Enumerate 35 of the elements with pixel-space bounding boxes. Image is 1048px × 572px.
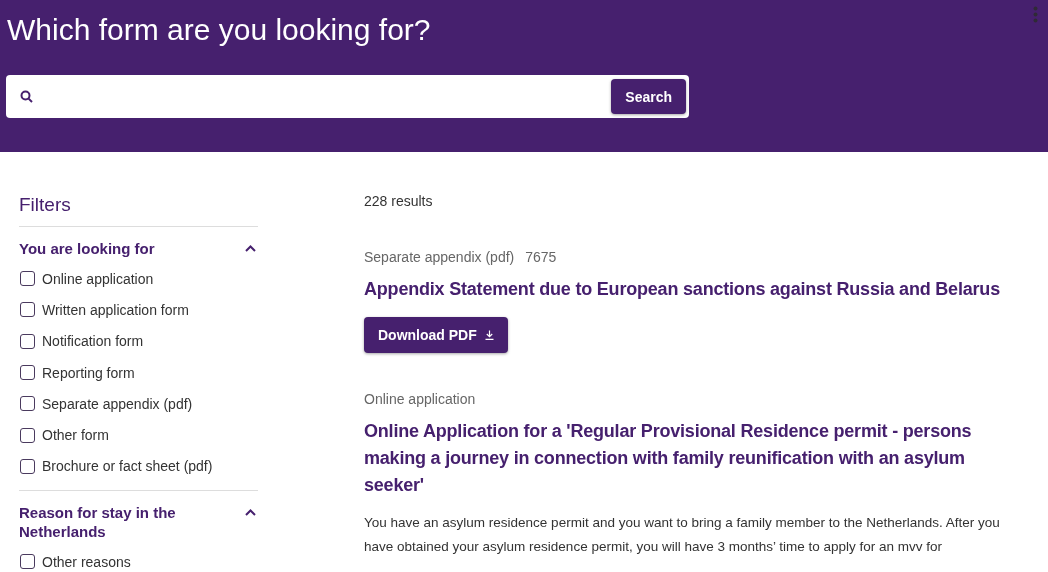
filter-group-heading[interactable]: Reason for stay in the Netherlands xyxy=(19,503,209,542)
result-title-link[interactable]: Online Application for a 'Regular Provisional Residence permit - persons making a journey in connection with family reunification with an asylum seeker' xyxy=(364,418,1028,499)
results-count: 228 results xyxy=(364,192,433,211)
result-title-link[interactable]: Appendix Statement due to European sanctions against Russia and Belarus xyxy=(364,276,1028,303)
filters-heading: Filters xyxy=(19,193,71,217)
result-description: You have an asylum residence permit and you want to bring a family member to the Netherlands. After you have obtained your asylum residence permit, you will have 3 months’ time to apply for an mvv for xyxy=(364,514,1001,556)
result-category: Separate appendix (pdf) xyxy=(364,248,515,267)
checkbox[interactable] xyxy=(20,427,35,443)
checkbox-label[interactable]: Notification form xyxy=(42,332,144,351)
filter-group-heading[interactable]: You are looking for xyxy=(19,239,155,258)
search-field[interactable]: Search xyxy=(6,75,689,118)
search-button[interactable]: Search xyxy=(611,79,686,114)
download-button[interactable]: Download PDF xyxy=(364,317,508,353)
page-title: Which form are you looking for? xyxy=(7,12,431,48)
chevron-up-icon[interactable] xyxy=(245,245,256,252)
checkbox-label[interactable]: Reporting form xyxy=(42,363,135,382)
checkbox-label[interactable]: Other reasons xyxy=(42,552,131,571)
result-category: Online application xyxy=(364,390,476,409)
checkbox[interactable] xyxy=(20,396,35,412)
checkbox[interactable] xyxy=(20,271,35,287)
chevron-up-icon[interactable] xyxy=(245,509,256,517)
checkbox-label[interactable]: Online application xyxy=(42,269,154,288)
checkbox[interactable] xyxy=(20,302,35,318)
checkbox[interactable] xyxy=(20,365,35,381)
checkbox-label[interactable]: Written application form xyxy=(42,300,189,319)
checkbox[interactable] xyxy=(20,458,35,474)
checkbox[interactable] xyxy=(20,333,35,349)
checkbox-label[interactable]: Brochure or fact sheet (pdf) xyxy=(42,457,213,476)
vertical-dots-icon[interactable] xyxy=(1033,6,1038,23)
search-icon xyxy=(20,90,33,103)
checkbox-label[interactable]: Separate appendix (pdf) xyxy=(42,394,193,413)
download-icon xyxy=(484,330,494,340)
checkbox-label[interactable]: Other form xyxy=(42,426,109,445)
result-number: 7675 xyxy=(525,248,557,267)
checkbox[interactable] xyxy=(20,554,35,570)
